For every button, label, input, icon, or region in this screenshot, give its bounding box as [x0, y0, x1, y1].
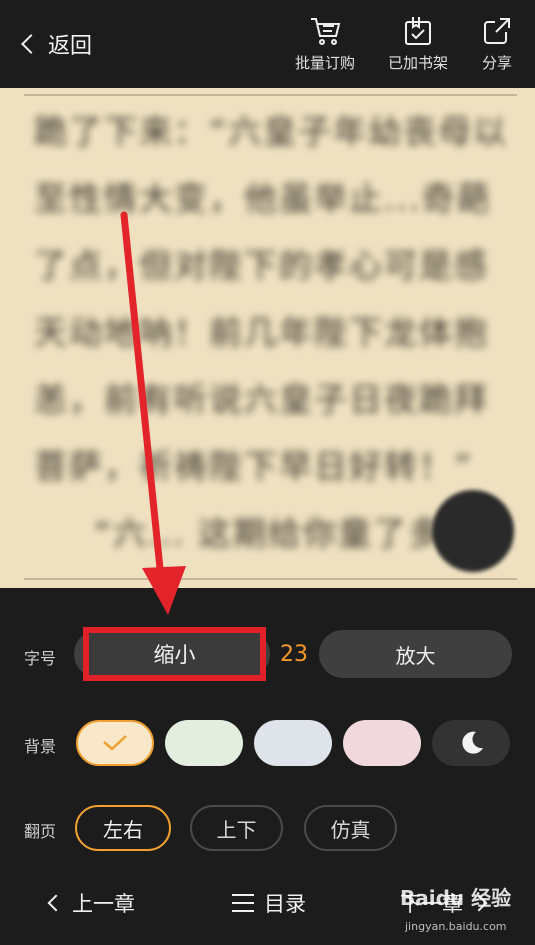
batch-order-label: 批量订购	[295, 54, 356, 72]
background-option-pink[interactable]	[343, 720, 421, 766]
background-option-night[interactable]	[432, 720, 510, 766]
chevron-left-icon	[21, 34, 41, 54]
bottom-divider	[24, 578, 517, 580]
batch-order-button[interactable]: 批量订购	[295, 14, 355, 73]
cart-icon	[311, 18, 341, 45]
share-icon	[484, 18, 510, 44]
text-line: 天动地呐！前几年陛下龙体抱	[34, 313, 489, 352]
decrease-font-button[interactable]: 缩小	[83, 627, 266, 681]
background-option-blue[interactable]	[254, 720, 332, 766]
watermark-url: jingyan.baidu.com	[405, 920, 507, 933]
page-turn-label: 翻页	[24, 822, 57, 841]
text-line: 跪了下来：“六皇子年幼丧母以	[34, 112, 509, 151]
checkmark-icon	[103, 735, 127, 751]
floating-action-button[interactable]	[432, 490, 514, 572]
chevron-left-icon	[47, 894, 65, 912]
text-line: 恙，前有听说六皇子日夜跪拜	[34, 380, 489, 419]
added-to-shelf-label: 已加书架	[388, 54, 449, 72]
increase-font-button[interactable]: 放大	[319, 630, 512, 678]
catalog-button[interactable]: 目录	[232, 888, 306, 918]
chapter-text: 跪了下来：“六皇子年幼丧母以 至性情大变，他虽举止...奇葩 了点，但对陛下的孝…	[34, 98, 511, 567]
page-turn-option-label: 仿真	[330, 817, 371, 842]
back-label: 返回	[48, 34, 93, 59]
added-to-shelf-button[interactable]: 已加书架	[388, 14, 448, 73]
back-button[interactable]: 返回	[18, 28, 92, 60]
moon-icon	[462, 731, 483, 754]
font-size-value: 23	[280, 642, 308, 667]
prev-chapter-button[interactable]: 上一章	[47, 888, 135, 918]
page-turn-option-label: 上下	[216, 817, 257, 842]
decrease-font-label: 缩小	[153, 643, 196, 667]
reading-page[interactable]: 跪了下来：“六皇子年幼丧母以 至性情大变，他虽举止...奇葩 了点，但对陛下的孝…	[0, 88, 535, 588]
share-button[interactable]: 分享	[480, 14, 514, 73]
top-bar: 返回 批量订购 已加书架 分享	[0, 0, 535, 88]
share-label: 分享	[481, 54, 512, 72]
page-turn-option-label: 左右	[103, 817, 143, 842]
background-label: 背景	[24, 737, 57, 756]
prev-chapter-label: 上一章	[72, 892, 135, 916]
page-turn-option-simulated[interactable]: 仿真	[304, 805, 397, 851]
text-line: 至性情大变，他虽举止...奇葩	[34, 179, 492, 218]
list-icon	[232, 894, 254, 912]
top-divider	[24, 94, 517, 96]
page-turn-option-horizontal[interactable]: 左右	[75, 805, 171, 851]
baidu-watermark: Baidu 经验	[400, 886, 512, 910]
text-line: 菩萨，祈祷陛下早日好转！”	[34, 447, 474, 486]
text-line: 了点，但对陛下的孝心可是感	[34, 246, 489, 285]
font-size-label: 字号	[24, 649, 57, 668]
catalog-label: 目录	[264, 892, 306, 916]
increase-font-label: 放大	[395, 643, 436, 668]
background-option-green[interactable]	[165, 720, 243, 766]
background-option-cream[interactable]	[76, 720, 154, 766]
bookshelf-check-icon	[405, 17, 431, 45]
page-turn-option-vertical[interactable]: 上下	[190, 805, 283, 851]
